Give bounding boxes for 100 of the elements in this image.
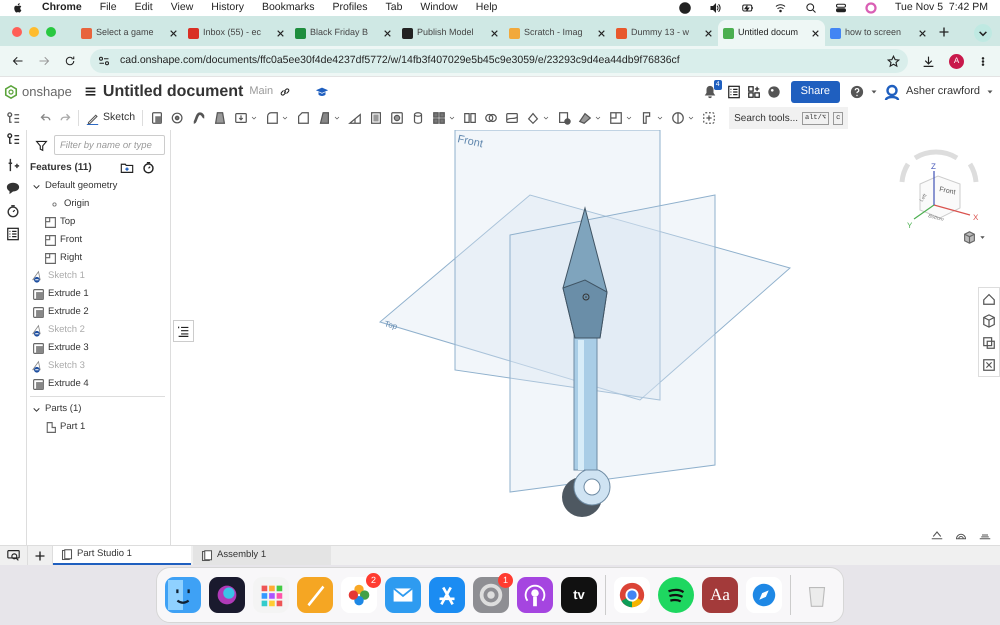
caret-icon[interactable] xyxy=(542,114,550,122)
close-icon[interactable] xyxy=(597,28,606,38)
profile-avatar[interactable]: A xyxy=(949,54,964,68)
feature-item[interactable]: Extrude 1 xyxy=(30,285,165,303)
browser-tab[interactable]: how to screen xyxy=(825,20,932,46)
link-icon[interactable] xyxy=(279,86,292,98)
mirror-icon[interactable] xyxy=(463,111,478,125)
surface-icon[interactable] xyxy=(671,111,686,125)
modify-icon[interactable] xyxy=(578,111,592,125)
apps-add-icon[interactable] xyxy=(746,84,761,98)
filter-icon[interactable] xyxy=(35,138,48,152)
cube-icon[interactable] xyxy=(963,231,976,244)
siri-icon[interactable] xyxy=(865,2,877,14)
envelope-icon[interactable] xyxy=(385,577,421,613)
plus-icon[interactable] xyxy=(938,26,950,38)
compass-icon[interactable] xyxy=(746,577,782,613)
feature-item[interactable]: Right xyxy=(30,249,165,267)
menu-item[interactable]: Bookmarks xyxy=(262,0,314,16)
gear-icon[interactable] xyxy=(473,577,509,613)
filter-field[interactable]: Filter by name or type xyxy=(54,135,165,155)
chamfer-icon[interactable] xyxy=(296,111,310,125)
part-drawing[interactable] xyxy=(562,206,610,517)
menu-clock[interactable]: Tue Nov 5 7:42 PM xyxy=(895,0,988,16)
caret-icon[interactable] xyxy=(594,114,602,122)
add-custom-icon[interactable] xyxy=(702,111,716,125)
close-icon[interactable] xyxy=(490,28,499,38)
feature-item[interactable]: Top xyxy=(30,213,165,231)
document-tab[interactable]: Part Studio 1 xyxy=(53,546,191,565)
close-icon[interactable] xyxy=(169,28,178,38)
caret-icon[interactable] xyxy=(656,114,664,122)
draft-icon[interactable] xyxy=(317,111,332,125)
caret-icon[interactable] xyxy=(687,114,696,122)
close-icon[interactable] xyxy=(918,28,927,38)
menu-item[interactable]: Help xyxy=(476,0,498,16)
view-mode-icon[interactable] xyxy=(930,529,944,541)
plane-icon[interactable] xyxy=(609,111,624,125)
variables-icon[interactable] xyxy=(6,158,20,172)
menu-item[interactable]: Edit xyxy=(134,0,153,16)
chrome-icon[interactable] xyxy=(614,577,650,613)
part-cube-icon[interactable] xyxy=(982,314,996,328)
tree-group-row[interactable]: Parts (1) xyxy=(30,400,165,418)
revolve-icon[interactable] xyxy=(171,111,186,125)
search-icon[interactable] xyxy=(805,2,817,14)
battery-icon[interactable] xyxy=(740,2,756,14)
bell-icon[interactable] xyxy=(702,84,717,98)
delete-part-icon[interactable] xyxy=(557,111,572,125)
feature-item[interactable]: Extrude 4 xyxy=(30,375,165,393)
star-icon[interactable] xyxy=(887,54,900,68)
app-store-icon[interactable] xyxy=(429,577,465,613)
control-center-icon[interactable] xyxy=(835,2,847,14)
share-button[interactable]: Share xyxy=(790,80,840,102)
sweep-icon[interactable] xyxy=(192,111,206,125)
transform-icon[interactable] xyxy=(526,111,540,125)
menu-item[interactable]: File xyxy=(100,0,117,16)
caret-icon[interactable] xyxy=(281,114,290,122)
caret-icon[interactable] xyxy=(333,114,342,122)
help-icon[interactable] xyxy=(850,84,864,98)
caret-icon[interactable] xyxy=(448,114,456,122)
stopwatch-icon[interactable] xyxy=(6,204,20,218)
caret-icon[interactable] xyxy=(870,88,878,96)
volume-icon[interactable] xyxy=(709,2,722,14)
browser-tab[interactable]: Black Friday B xyxy=(290,20,397,46)
user-name[interactable]: Asher crawford xyxy=(906,83,980,100)
browser-tab[interactable]: Select a game xyxy=(76,20,183,46)
mate-icon[interactable] xyxy=(982,336,996,350)
comment-icon[interactable] xyxy=(6,181,20,195)
feature-item[interactable]: Part 1 xyxy=(30,418,165,436)
hole-icon[interactable] xyxy=(390,111,404,125)
appearance-icon[interactable] xyxy=(982,292,996,306)
split-icon[interactable] xyxy=(505,111,520,125)
dictionary-app-icon[interactable]: Aa xyxy=(702,577,738,613)
browser-tab[interactable]: Inbox (55) - ec xyxy=(183,20,290,46)
reload-icon[interactable] xyxy=(64,55,76,67)
thicken-icon[interactable] xyxy=(234,111,248,125)
chevron-down-icon[interactable] xyxy=(974,24,992,42)
menu-item[interactable]: Window xyxy=(420,0,458,16)
document-title[interactable]: Untitled document xyxy=(102,80,244,104)
caret-icon[interactable] xyxy=(979,234,986,241)
caret-icon[interactable] xyxy=(250,114,258,122)
browser-tab[interactable]: Publish Model xyxy=(397,20,504,46)
feature-item[interactable]: Extrude 3 xyxy=(30,339,165,357)
shell-icon[interactable] xyxy=(369,111,384,125)
rib-icon[interactable] xyxy=(348,111,362,125)
close-icon[interactable] xyxy=(276,28,285,38)
menu-item[interactable]: Tab xyxy=(385,0,402,16)
list-icon[interactable] xyxy=(6,227,20,241)
tv-app-icon[interactable]: tv xyxy=(561,577,597,613)
wifi-icon[interactable] xyxy=(774,2,787,14)
browser-tab[interactable]: Dummy 13 - w xyxy=(611,20,718,46)
close-icon[interactable] xyxy=(811,28,820,38)
menu-item[interactable]: History xyxy=(211,0,244,16)
finder-face-icon[interactable] xyxy=(165,577,201,613)
extrude-icon[interactable] xyxy=(150,111,164,125)
sound-waves-icon[interactable] xyxy=(658,577,694,613)
checklist-icon[interactable] xyxy=(726,84,741,98)
app-menu[interactable]: Chrome xyxy=(42,0,82,16)
pattern-icon[interactable] xyxy=(432,111,446,125)
graduation-cap-icon[interactable] xyxy=(315,84,330,98)
browser-tab[interactable]: Scratch - Imag xyxy=(504,20,611,46)
feature-item[interactable]: Extrude 2 xyxy=(30,303,165,321)
